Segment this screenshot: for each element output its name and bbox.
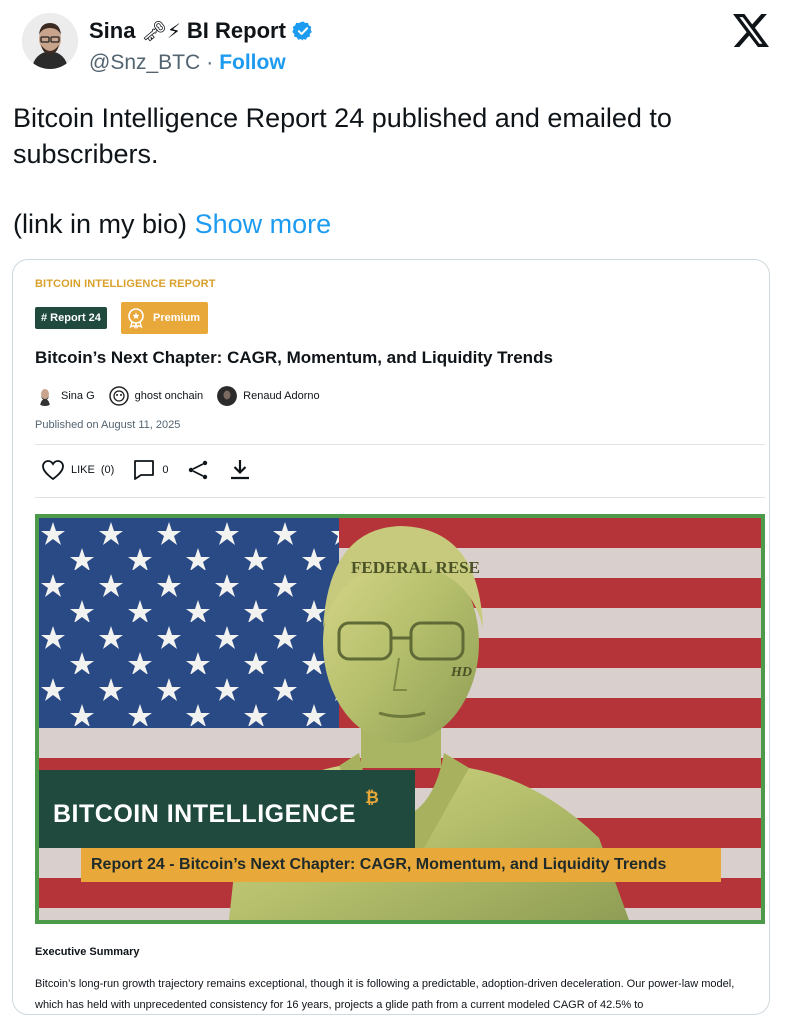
handle-line: @Snz_BTC · Follow <box>89 51 286 75</box>
author-name[interactable]: Sina <box>89 18 135 44</box>
author-name: Renaud Adorno <box>243 390 320 402</box>
comment-icon <box>134 460 155 480</box>
divider <box>35 444 765 445</box>
like-label: LIKE <box>71 464 95 476</box>
name-line: Sina 🗝⚡ BI Report <box>89 16 314 46</box>
report-card[interactable]: BITCOIN INTELLIGENCE REPORT # Report 24 … <box>12 259 770 1015</box>
bitcoin-mark-icon: ₿ <box>365 788 379 807</box>
like-button[interactable]: LIKE (0) <box>41 459 114 481</box>
tweet-text: Bitcoin Intelligence Report 24 published… <box>13 100 773 242</box>
download-icon <box>231 460 250 480</box>
hero-banner-title: BITCOIN INTELLIGENCE <box>53 800 357 828</box>
report-title[interactable]: Bitcoin’s Next Chapter: CAGR, Momentum, … <box>35 348 553 368</box>
author-avatar <box>217 386 238 406</box>
show-more-link[interactable]: Show more <box>195 209 332 239</box>
author-renaud[interactable]: Renaud Adorno <box>217 386 320 406</box>
comment-count: 0 <box>162 464 169 476</box>
report-hero-image[interactable]: FEDERAL RESE HD BITCOIN INTELLIGENCE ₿ R… <box>35 514 765 924</box>
tweet-header: Sina 🗝⚡ BI Report @Snz_BTC · Follow <box>0 0 786 96</box>
report-number-tag: # Report 24 <box>35 307 107 329</box>
separator-dot: · <box>206 51 214 74</box>
premium-label: Premium <box>153 312 201 324</box>
follow-button[interactable]: Follow <box>219 51 286 75</box>
share-button[interactable] <box>186 458 210 482</box>
statue-initials: HD <box>450 665 472 680</box>
premium-ribbon-icon <box>128 308 144 329</box>
actions-bar: LIKE (0) 0 <box>41 457 252 483</box>
x-logo-icon[interactable] <box>733 14 769 47</box>
authors-row: Sina G ghost onchain Renaud Adorno <box>35 386 326 406</box>
divider <box>35 497 765 498</box>
heart-icon <box>42 460 64 481</box>
tweet-line-1: Bitcoin Intelligence Report 24 published… <box>13 103 672 169</box>
author-sina[interactable]: Sina G <box>35 386 95 406</box>
tweet-line-2: (link in my bio) Show more <box>13 206 773 242</box>
executive-summary-text: Bitcoin’s long-run growth trajectory rem… <box>35 978 735 1011</box>
avatar[interactable] <box>22 13 78 69</box>
report-label: BITCOIN INTELLIGENCE REPORT <box>35 278 216 290</box>
author-name: ghost onchain <box>134 390 204 402</box>
hero-subtitle: Report 24 - Bitcoin’s Next Chapter: CAGR… <box>81 848 721 882</box>
author-avatar <box>108 386 129 406</box>
author-name: Sina G <box>61 390 95 402</box>
author-label[interactable]: BI Report <box>187 18 286 44</box>
author-handle[interactable]: @Snz_BTC <box>89 51 200 75</box>
executive-summary-heading: Executive Summary <box>35 946 140 958</box>
like-count: (0) <box>100 464 115 476</box>
tweet-link-note: (link in my bio) <box>13 209 188 239</box>
author-avatar <box>35 386 55 406</box>
published-date: Published on August 11, 2025 <box>35 419 181 431</box>
comment-button[interactable]: 0 <box>132 458 168 482</box>
download-button[interactable] <box>228 458 252 482</box>
author-ghost[interactable]: ghost onchain <box>108 386 204 406</box>
statue-inscription: FEDERAL RESE <box>351 558 480 577</box>
premium-tag: Premium <box>121 302 209 334</box>
key-lightning-emoji: 🗝⚡ <box>141 20 181 43</box>
share-icon <box>189 460 208 480</box>
avatar-portrait-icon <box>22 13 78 69</box>
verified-badge-icon <box>292 21 312 41</box>
